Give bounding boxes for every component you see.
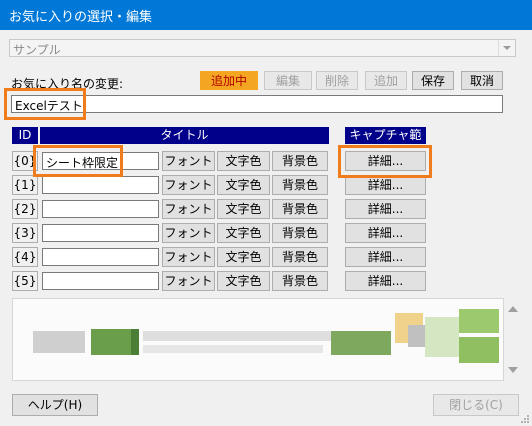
highlight-box-name bbox=[4, 88, 86, 120]
preview-blur-block bbox=[91, 329, 131, 355]
header-capture-range: キャプチャ範囲 bbox=[345, 127, 426, 159]
preview-scrollbar[interactable] bbox=[505, 298, 520, 381]
scroll-down-icon[interactable] bbox=[508, 367, 518, 373]
row-title-input[interactable] bbox=[42, 224, 159, 242]
detail-button[interactable]: 詳細... bbox=[345, 223, 426, 243]
chevron-down-icon[interactable] bbox=[498, 40, 515, 56]
font-button[interactable]: フォント bbox=[162, 175, 215, 195]
header-id: ID bbox=[12, 127, 38, 144]
help-button[interactable]: ヘルプ(H) bbox=[12, 394, 98, 416]
bg-color-button[interactable]: 背景色 bbox=[272, 223, 328, 243]
text-color-button[interactable]: 文字色 bbox=[217, 199, 270, 219]
highlight-box-detail bbox=[338, 145, 432, 178]
profile-select-value: サンプル bbox=[13, 43, 61, 57]
font-button[interactable]: フォント bbox=[162, 247, 215, 267]
cancel-button[interactable]: 取消 bbox=[461, 71, 503, 90]
font-button[interactable]: フォント bbox=[162, 151, 215, 171]
window-title: お気に入りの選択・編集 bbox=[9, 10, 153, 25]
preview-blur-block bbox=[425, 317, 459, 357]
bg-color-button[interactable]: 背景色 bbox=[272, 199, 328, 219]
text-color-button[interactable]: 文字色 bbox=[217, 271, 270, 291]
capture-preview bbox=[12, 298, 504, 381]
text-color-button[interactable]: 文字色 bbox=[217, 223, 270, 243]
profile-select[interactable]: サンプル bbox=[9, 39, 516, 57]
preview-blur-block bbox=[331, 331, 391, 355]
delete-button[interactable]: 削除 bbox=[316, 71, 358, 90]
text-color-button[interactable]: 文字色 bbox=[217, 151, 270, 171]
resize-grip-icon[interactable] bbox=[520, 414, 530, 424]
detail-button[interactable]: 詳細... bbox=[345, 247, 426, 267]
add-active-button[interactable]: 追加中 bbox=[200, 71, 258, 90]
row-id: {3} bbox=[12, 223, 38, 243]
text-color-button[interactable]: 文字色 bbox=[217, 247, 270, 267]
detail-button[interactable]: 詳細... bbox=[345, 271, 426, 291]
detail-button[interactable]: 詳細... bbox=[345, 199, 426, 219]
bg-color-button[interactable]: 背景色 bbox=[272, 247, 328, 267]
font-button[interactable]: フォント bbox=[162, 271, 215, 291]
title-bar: お気に入りの選択・編集 bbox=[0, 0, 532, 30]
bg-color-button[interactable]: 背景色 bbox=[272, 151, 328, 171]
preview-blur-block bbox=[459, 309, 499, 333]
row-title-input[interactable] bbox=[42, 176, 159, 194]
preview-blur-block bbox=[143, 331, 343, 341]
row-id: {2} bbox=[12, 199, 38, 219]
add-button[interactable]: 追加 bbox=[365, 71, 407, 90]
highlight-box-title bbox=[33, 145, 123, 177]
bg-color-button[interactable]: 背景色 bbox=[272, 271, 328, 291]
preview-blur-block bbox=[131, 329, 139, 355]
preview-blur-block bbox=[33, 331, 85, 353]
scroll-up-icon[interactable] bbox=[508, 306, 518, 312]
row-title-input[interactable] bbox=[42, 272, 159, 290]
save-button[interactable]: 保存 bbox=[412, 71, 454, 90]
font-button[interactable]: フォント bbox=[162, 199, 215, 219]
text-color-button[interactable]: 文字色 bbox=[217, 175, 270, 195]
row-title-input[interactable] bbox=[42, 200, 159, 218]
row-id: {5} bbox=[12, 271, 38, 291]
row-id: {4} bbox=[12, 247, 38, 267]
header-title: タイトル bbox=[40, 127, 329, 144]
font-button[interactable]: フォント bbox=[162, 223, 215, 243]
edit-button[interactable]: 編集 bbox=[264, 71, 312, 90]
preview-blur-block bbox=[143, 345, 323, 353]
bg-color-button[interactable]: 背景色 bbox=[272, 175, 328, 195]
row-id: {1} bbox=[12, 175, 38, 195]
row-title-input[interactable] bbox=[42, 248, 159, 266]
detail-button[interactable]: 詳細... bbox=[345, 175, 426, 195]
preview-blur-block bbox=[408, 325, 426, 347]
close-button[interactable]: 閉じる(C) bbox=[433, 394, 519, 416]
preview-blur-block bbox=[459, 337, 499, 363]
